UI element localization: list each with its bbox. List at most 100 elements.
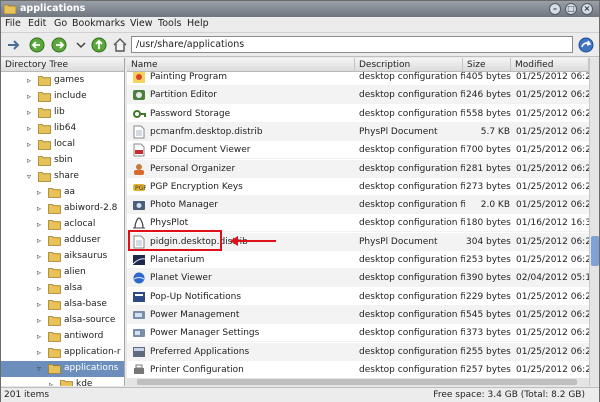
horizontal-scrollbar[interactable] (127, 378, 589, 386)
expand-arrow-icon[interactable]: ▹ (37, 252, 46, 261)
tree-item-aiksaurus[interactable]: ▹ aiksaurus (1, 249, 124, 265)
file-row[interactable]: Pop-Up Notifications desktop configuratio… (127, 288, 589, 306)
file-row[interactable]: Preferred Applications desktop configurat… (127, 342, 589, 361)
tree-item-antiword[interactable]: ▹ antiword (1, 329, 124, 345)
vertical-scrollbar[interactable] (589, 58, 599, 386)
physplot-icon (133, 217, 145, 229)
column-name[interactable]: Name (127, 58, 355, 72)
menu-bookmarks[interactable]: Bookmarks (72, 18, 125, 29)
vertical-scroll-thumb[interactable] (591, 236, 599, 266)
menu-view[interactable]: View (130, 18, 153, 29)
tree-item-abiword-2-8[interactable]: ▹ abiword-2.8 (1, 201, 124, 217)
file-list[interactable]: Name Description Size Modified Painting … (127, 58, 589, 386)
expand-arrow-icon[interactable]: ▹ (27, 76, 36, 85)
tree-item-label: alsa (64, 283, 83, 293)
tree-item-sbin[interactable]: ▹ sbin (1, 153, 124, 169)
forward-icon[interactable] (50, 36, 68, 54)
folder-icon (4, 4, 16, 14)
up-icon[interactable] (90, 36, 108, 54)
tree-item-alien[interactable]: ▹ alien (1, 265, 124, 281)
expand-arrow-icon[interactable]: ▹ (37, 284, 46, 293)
expand-arrow-icon[interactable]: ▹ (27, 108, 36, 117)
expand-arrow-icon[interactable]: ▹ (27, 140, 36, 149)
file-size: 405 bytes (466, 72, 511, 82)
home-icon[interactable] (111, 36, 129, 54)
tree-item-share[interactable]: ▿ share (1, 169, 124, 185)
go-icon[interactable] (577, 36, 595, 54)
expand-arrow-icon[interactable]: ▹ (37, 316, 46, 325)
collapse-arrow-icon[interactable]: ▿ (37, 364, 46, 373)
column-size[interactable]: Size (463, 58, 511, 72)
file-row[interactable]: Printer Configuration desktop configurati… (127, 361, 589, 379)
folder-icon (48, 348, 61, 358)
file-row[interactable]: Planet Viewer desktop configuration file 3… (127, 269, 589, 288)
folder-icon (48, 300, 61, 310)
tree-item-adduser[interactable]: ▹ adduser (1, 233, 124, 249)
file-row[interactable]: Power Management desktop configuration fi… (127, 305, 589, 324)
tree-item-include[interactable]: ▹ include (1, 89, 124, 105)
file-description: desktop configuration file (359, 200, 465, 211)
file-name: PDF Document Viewer (150, 145, 251, 156)
back-icon[interactable] (28, 36, 46, 54)
tree-item-aclocal[interactable]: ▹ aclocal (1, 217, 124, 233)
location-bar[interactable]: /usr/share/applications (131, 36, 573, 53)
expand-arrow-icon[interactable]: ▹ (27, 92, 36, 101)
tree-item-alsa-base[interactable]: ▹ alsa-base (1, 297, 124, 313)
menu-tools[interactable]: Tools (158, 18, 181, 29)
new-tab-icon[interactable] (6, 36, 24, 54)
file-size: 545 bytes (466, 309, 511, 320)
file-description: desktop configuration file (359, 108, 465, 119)
minimize-button[interactable]: – (549, 3, 561, 15)
file-row[interactable]: Password Storage desktop configuration fi… (127, 105, 589, 123)
file-row[interactable]: Planetarium desktop configuration file 253… (127, 251, 589, 269)
file-row[interactable]: PDF Document Viewer desktop configuration… (127, 141, 589, 160)
file-modified: 01/25/2012 06:23 (516, 291, 589, 302)
history-icon[interactable] (72, 36, 90, 54)
expand-arrow-icon[interactable]: ▹ (37, 220, 46, 229)
folder-icon (38, 156, 51, 166)
tree-item-local[interactable]: ▹ local (1, 137, 124, 153)
file-size: 558 bytes (466, 108, 511, 119)
tree-item-lib[interactable]: ▹ lib (1, 105, 124, 121)
file-row[interactable]: PGP PGP Encryption Keys desktop configurat… (127, 178, 589, 196)
file-size: 2.0 KB (480, 200, 510, 211)
horizontal-scroll-thumb[interactable] (137, 379, 577, 385)
menu-file[interactable]: File (5, 18, 21, 29)
expand-arrow-icon[interactable]: ▹ (37, 332, 46, 341)
expand-arrow-icon[interactable]: ▹ (27, 124, 36, 133)
file-size: 180 bytes (466, 218, 511, 229)
column-description[interactable]: Description (355, 58, 463, 72)
column-modified[interactable]: Modified (511, 58, 589, 72)
expand-arrow-icon[interactable]: ▹ (37, 236, 46, 245)
directory-tree[interactable]: Directory Tree ▹ games ▹ include ▹ lib ▹ lib64 ▹… (1, 58, 125, 386)
tree-item-alsa[interactable]: ▹ alsa (1, 281, 124, 297)
close-button[interactable]: × (581, 3, 593, 15)
file-row[interactable]: Partition Editor desktop configuration fi… (127, 86, 589, 105)
menu-help[interactable]: Help (187, 18, 209, 29)
file-row[interactable]: Personal Organizer desktop configuration … (127, 159, 589, 178)
tree-item-games[interactable]: ▹ games (1, 73, 124, 89)
tree-item-application-r[interactable]: ▹ application-r (1, 345, 124, 361)
tree-item-aa[interactable]: ▹ aa (1, 185, 124, 201)
collapse-arrow-icon[interactable]: ▿ (27, 172, 36, 181)
file-row[interactable]: Photo Manager desktop configuration file 2… (127, 196, 589, 215)
file-row[interactable]: Power Manager Settings desktop configurat… (127, 324, 589, 343)
window-title: applications (20, 3, 86, 14)
tree-item-alsa-source[interactable]: ▹ alsa-source (1, 313, 124, 329)
file-row[interactable]: Painting Program desktop configuration fi… (127, 72, 589, 86)
expand-arrow-icon[interactable]: ▹ (37, 188, 46, 197)
expand-arrow-icon[interactable]: ▹ (37, 268, 46, 277)
expand-arrow-icon[interactable]: ▹ (37, 300, 46, 309)
file-row[interactable]: pcmanfm.desktop.distrib PhysPl Document 5.… (127, 122, 589, 141)
expand-arrow-icon[interactable]: ▹ (49, 380, 58, 386)
maximize-button[interactable]: □ (565, 3, 577, 15)
tree-item-kde[interactable]: ▹ kde (1, 377, 124, 386)
menu-go[interactable]: Go (54, 18, 67, 29)
expand-arrow-icon[interactable]: ▹ (37, 204, 46, 213)
expand-arrow-icon[interactable]: ▹ (37, 348, 46, 357)
file-modified: 01/16/2012 16:30 (516, 218, 589, 229)
menu-edit[interactable]: Edit (28, 18, 46, 29)
tree-item-lib64[interactable]: ▹ lib64 (1, 121, 124, 137)
tree-item-applications[interactable]: ▿ applications (1, 361, 124, 377)
expand-arrow-icon[interactable]: ▹ (27, 156, 36, 165)
